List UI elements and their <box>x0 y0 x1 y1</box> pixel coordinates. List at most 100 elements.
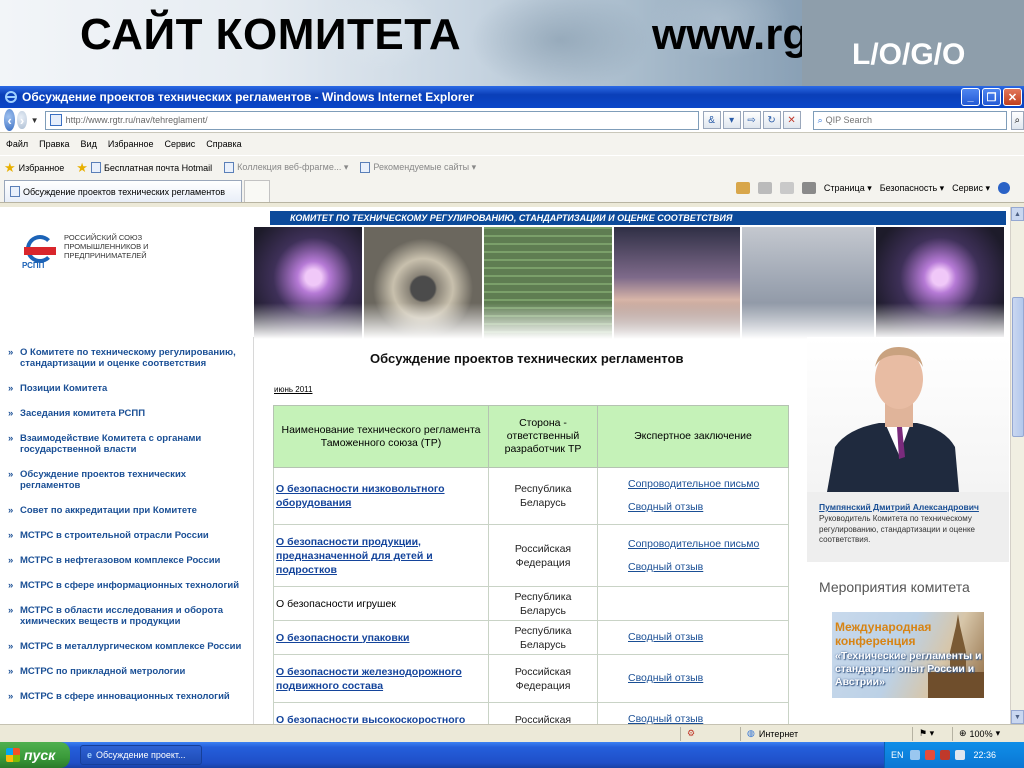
protected-mode-icon[interactable]: ⚑ ▾ <box>912 726 952 741</box>
favorites-button[interactable]: ★ Избранное <box>4 160 64 176</box>
close-button[interactable]: ✕ <box>1003 88 1022 106</box>
back-button[interactable]: ‹ <box>4 109 16 131</box>
cover-letter-link[interactable]: Сопроводительное письмо <box>628 533 786 556</box>
tray-icon-4[interactable] <box>954 750 965 760</box>
favorite-webslice[interactable]: Коллекция веб-фрагме... ▾ <box>224 162 348 173</box>
refresh-icon[interactable]: ↻ <box>762 111 781 129</box>
portrait-illustration <box>827 347 959 492</box>
cover-letter-link[interactable]: Сопроводительное письмо <box>628 473 786 496</box>
forward-button[interactable]: › <box>17 111 27 129</box>
scroll-thumb[interactable] <box>1012 297 1024 437</box>
left-navigation: » О Комитете по техническому регулировани… <box>0 347 252 716</box>
menu-edit[interactable]: Правка <box>39 139 69 149</box>
address-bar[interactable]: http://www.rgtr.ru/nav/tehreglament/ <box>44 110 699 130</box>
rspp-logo[interactable]: РСПП Российский союз промышленников и пр… <box>22 233 164 270</box>
cmd-tools[interactable]: Сервис ▾ <box>952 183 990 194</box>
committee-banner: КОМИТЕТ ПО ТЕХНИЧЕСКОМУ РЕГУЛИРОВАНИЮ, С… <box>270 211 1006 225</box>
scroll-down-icon[interactable]: ▼ <box>1011 710 1024 724</box>
regulation-link[interactable]: О безопасности продукции, предназначенно… <box>276 536 433 576</box>
nav-positions[interactable]: » Позиции Комитета <box>0 383 252 408</box>
date-link[interactable]: июнь 2011 <box>274 385 312 394</box>
menu-file[interactable]: Файл <box>6 139 28 149</box>
status-bar: ⚙ ◍ Интернет ⚑ ▾ ⊕ 100% ▾ <box>0 724 1024 742</box>
mail-icon[interactable] <box>779 182 794 194</box>
globe-icon: ◍ <box>747 728 755 738</box>
menu-help[interactable]: Справка <box>206 139 241 149</box>
nav-oil-gas[interactable]: » МСТРС в нефтегазовом комплексе России <box>0 555 252 580</box>
add-favorite-icon[interactable]: ★ <box>76 160 88 176</box>
nav-discussion[interactable]: » Обсуждение проектов технических регламе… <box>0 469 252 505</box>
head-name-link[interactable]: Пумпянский Дмитрий Александрович <box>819 502 979 512</box>
nav-about[interactable]: » О Комитете по техническому регулировани… <box>0 347 252 383</box>
scroll-up-icon[interactable]: ▲ <box>1011 207 1024 221</box>
nav-interaction[interactable]: » Взаимодействие Комитета с органами госу… <box>0 433 252 469</box>
tray-icon-3[interactable] <box>939 750 950 760</box>
favorite-suggested[interactable]: Рекомендуемые сайты ▾ <box>360 162 476 173</box>
stop-icon[interactable]: ✕ <box>782 111 801 129</box>
print-icon[interactable] <box>801 182 816 194</box>
compat-view-icon[interactable]: & <box>702 111 721 129</box>
favorite-hotmail[interactable]: Бесплатная почта Hotmail <box>90 162 212 173</box>
browser-tab[interactable]: Обсуждение проектов технических регламен… <box>4 180 242 202</box>
home-icon[interactable] <box>735 182 750 194</box>
nav-metallurgy[interactable]: » МСТРС в металлургическом комплексе Росс… <box>0 641 252 666</box>
rspp-abbr: РСПП <box>22 261 45 270</box>
start-button[interactable]: пуск <box>0 742 70 768</box>
nav-metrology[interactable]: » МСТРС по прикладной метрологии <box>0 666 252 691</box>
tray-icon-2[interactable] <box>924 750 935 760</box>
feeds-icon[interactable] <box>757 182 772 194</box>
language-indicator[interactable]: EN <box>891 750 904 760</box>
cmd-security[interactable]: Безопасность ▾ <box>880 183 944 194</box>
vertical-scrollbar[interactable]: ▲ ▼ <box>1010 207 1024 724</box>
search-button[interactable]: ⌕ <box>1010 110 1024 130</box>
menu-view[interactable]: Вид <box>81 139 97 149</box>
menu-tools[interactable]: Сервис <box>164 139 195 149</box>
search-input[interactable] <box>825 115 1006 125</box>
tab-bar: Обсуждение проектов технических регламен… <box>0 179 1024 203</box>
regulation-link[interactable]: О безопасности низковольтного оборудован… <box>276 483 445 509</box>
regulation-link[interactable]: О безопасности железнодорожного подвижно… <box>276 666 462 692</box>
summary-review-link[interactable]: Сводный отзыв <box>628 667 786 690</box>
help-icon[interactable] <box>998 182 1010 194</box>
history-dropdown-icon[interactable]: ▼ <box>31 116 39 125</box>
menu-favorites[interactable]: Избранное <box>108 139 154 149</box>
table-row: О безопасности упаковки Республика Белар… <box>273 620 789 655</box>
developer-cell: Республика Беларусь <box>488 620 598 655</box>
maximize-button[interactable]: ❐ <box>982 88 1001 106</box>
privacy-icon[interactable]: ⚙ <box>680 726 740 741</box>
nav-it[interactable]: » МСТРС в сфере информационных технологий <box>0 580 252 605</box>
ie-icon <box>5 91 17 103</box>
address-dropdown-icon[interactable]: ▾ <box>722 111 741 129</box>
table-row: О безопасности низковольтного оборудован… <box>273 467 789 525</box>
rspp-emblem-icon: РСПП <box>22 233 58 270</box>
window-title-bar[interactable]: Обсуждение проектов технических регламен… <box>0 86 1024 108</box>
cmd-page[interactable]: Страница ▾ <box>824 183 872 194</box>
summary-review-link[interactable]: Сводный отзыв <box>628 626 786 649</box>
column-header-expert: Экспертное заключение <box>597 405 789 468</box>
summary-review-link[interactable]: Сводный отзыв <box>628 496 786 519</box>
browser-tab-title: Обсуждение проектов технических регламен… <box>23 186 225 197</box>
regulation-link[interactable]: О безопасности высокоскоростного <box>276 714 465 725</box>
new-tab-button[interactable] <box>244 180 270 202</box>
zone-label: Интернет <box>758 728 799 739</box>
column-header-side: Сторона - ответственный разработчик ТР <box>488 405 598 468</box>
go-icon[interactable]: ⇨ <box>742 111 761 129</box>
nav-chemicals[interactable]: » МСТРС в области исследования и оборота … <box>0 605 252 641</box>
windows-flag-icon <box>6 748 20 762</box>
taskbar-ie-item[interactable]: e Обсуждение проект... <box>80 745 202 765</box>
nav-meetings[interactable]: » Заседания комитета РСПП <box>0 408 252 433</box>
zoom-control[interactable]: ⊕ 100% ▾ <box>952 726 1024 741</box>
regulation-link[interactable]: О безопасности упаковки <box>276 632 410 644</box>
nav-innovation[interactable]: » МСТРС в сфере инновационных технологий <box>0 691 252 716</box>
zoom-value: 100% <box>969 728 993 739</box>
tray-icon-1[interactable] <box>909 750 920 760</box>
nav-construction[interactable]: » МСТРС в строительной отрасли России <box>0 530 252 555</box>
summary-review-link[interactable]: Сводный отзыв <box>628 708 786 724</box>
summary-review-link[interactable]: Сводный отзыв <box>628 556 786 579</box>
minimize-button[interactable]: _ <box>961 88 980 106</box>
search-engine-icon: ⌕ <box>817 114 823 125</box>
nav-accreditation[interactable]: » Совет по аккредитации при Комитете <box>0 505 252 530</box>
conference-banner[interactable]: Международная конференция «Технические р… <box>832 612 984 698</box>
table-row: О безопасности высокоскоростного Российс… <box>273 702 789 725</box>
search-field[interactable]: ⌕ <box>812 110 1007 130</box>
